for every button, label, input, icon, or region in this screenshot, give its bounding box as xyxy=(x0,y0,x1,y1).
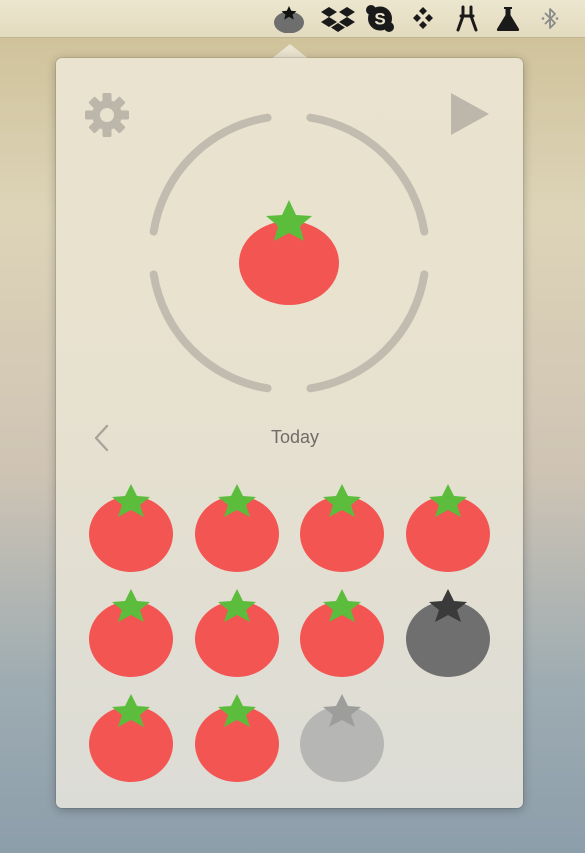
bluetooth-icon[interactable] xyxy=(538,4,562,33)
session-tomato-completed xyxy=(405,480,491,576)
tomato-icon xyxy=(195,589,279,677)
tomato-icon xyxy=(89,589,173,677)
tomato-icon xyxy=(195,484,279,572)
session-tomato-completed xyxy=(88,480,174,576)
timer-tomato-icon xyxy=(239,200,339,305)
session-tomato-completed xyxy=(299,480,385,576)
session-tomato-completed xyxy=(194,585,280,681)
tomato-icon xyxy=(300,484,384,572)
session-tomato-pending xyxy=(299,690,385,786)
gear-icon[interactable] xyxy=(84,92,130,138)
day-label: Today xyxy=(270,427,320,447)
svg-text:S: S xyxy=(374,10,385,29)
tomato-icon xyxy=(89,484,173,572)
session-tomato-interrupted xyxy=(405,585,491,681)
tomato-icon xyxy=(406,484,490,572)
flask-icon[interactable] xyxy=(494,4,522,33)
chevron-left-icon[interactable] xyxy=(92,423,112,453)
pomodoro-popover: Today xyxy=(56,58,523,808)
clamp-tool-icon[interactable] xyxy=(453,4,481,33)
session-tomato-completed xyxy=(299,585,385,681)
tomato-icon xyxy=(300,589,384,677)
session-tomato-completed xyxy=(194,690,280,786)
tomato-icon xyxy=(89,694,173,782)
tomato-icon xyxy=(406,589,490,677)
tomato-icon xyxy=(300,694,384,782)
session-tomato-completed xyxy=(194,480,280,576)
tomato-icon xyxy=(195,694,279,782)
session-tomato-completed xyxy=(88,585,174,681)
skype-icon[interactable]: S xyxy=(364,4,396,33)
box-dots-icon[interactable] xyxy=(409,4,437,33)
dropbox-icon[interactable] xyxy=(320,4,356,33)
play-icon[interactable] xyxy=(448,91,492,137)
timer-ring xyxy=(148,112,430,394)
pomodoro-tomato-icon[interactable] xyxy=(270,4,308,33)
menu-bar: S xyxy=(0,0,585,38)
session-tomato-completed xyxy=(88,690,174,786)
